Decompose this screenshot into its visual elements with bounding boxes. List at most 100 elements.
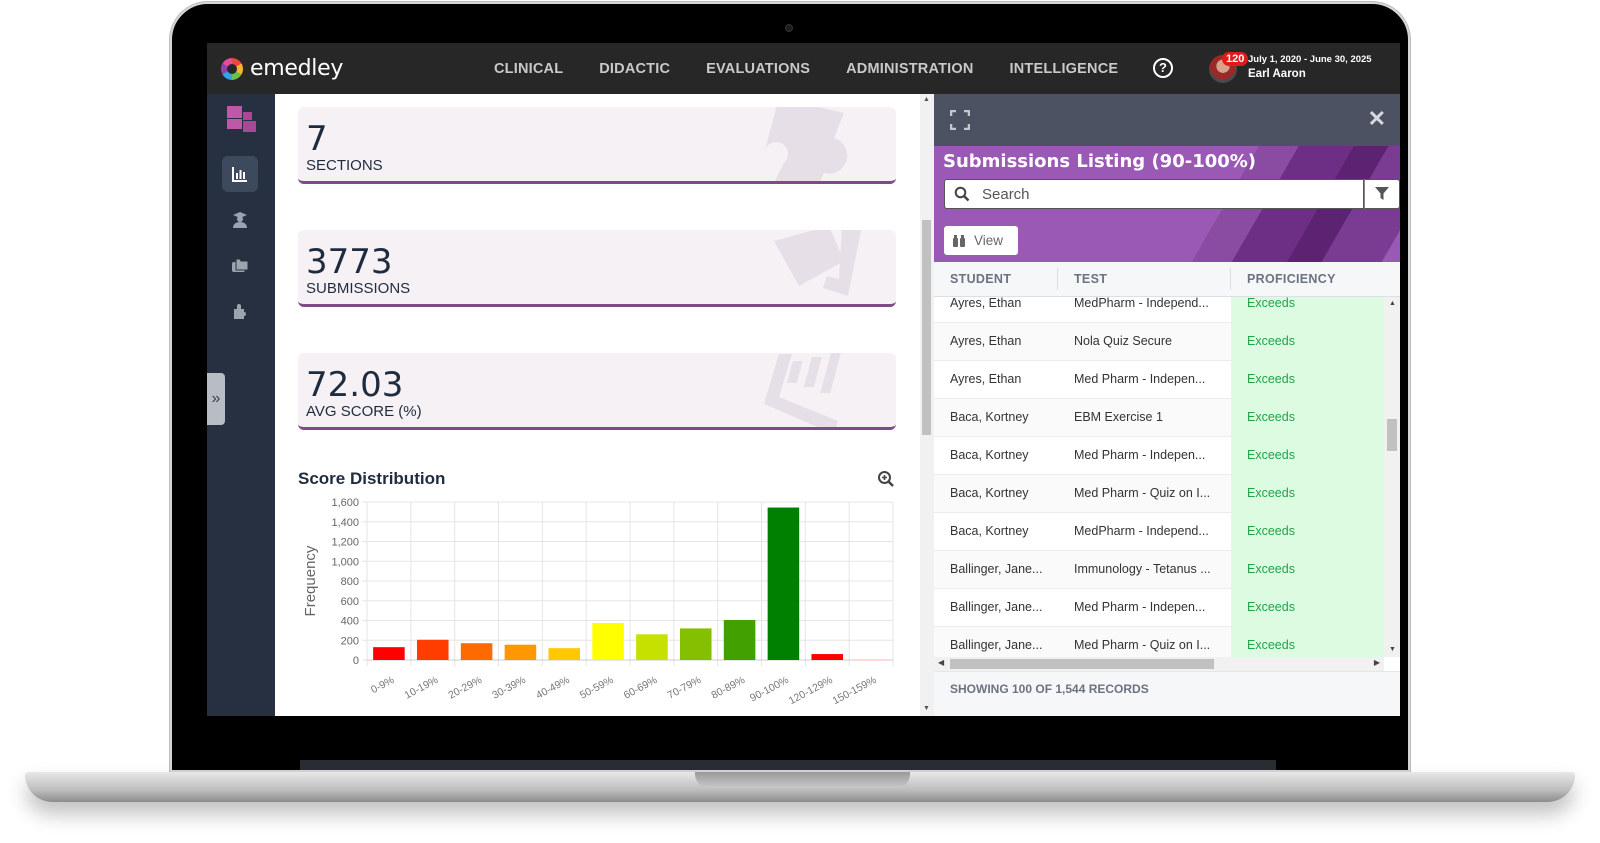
nav-intelligence[interactable]: INTELLIGENCE	[1010, 61, 1119, 77]
nav-administration[interactable]: ADMINISTRATION	[846, 61, 973, 77]
sidebar-item-analytics[interactable]	[222, 156, 258, 192]
scroll-right-icon[interactable]: ▶	[1374, 658, 1380, 667]
table-row[interactable]: Ballinger, Jane... Med Pharm - Quiz on I.…	[934, 627, 1384, 657]
cell-proficiency: Exceeds	[1231, 437, 1384, 475]
nav-didactic[interactable]: DIDACTIC	[599, 61, 670, 77]
module-logo-icon	[227, 106, 257, 132]
cell-proficiency: Exceeds	[1231, 297, 1384, 323]
logo-icon	[221, 57, 243, 80]
stat-card-sections: 7 SECTIONS	[298, 107, 896, 184]
main-scrollbar[interactable]: ▲ ▼	[920, 94, 934, 716]
x-tick-label: 80-89%	[709, 674, 747, 702]
chart-icon	[764, 353, 841, 427]
cell-proficiency: Exceeds	[1231, 551, 1384, 589]
table-row[interactable]: Ayres, Ethan Nola Quiz Secure Exceeds	[934, 323, 1384, 361]
cell-test: Med Pharm - Quiz on I...	[1074, 638, 1211, 652]
table-row[interactable]: Ayres, Ethan MedPharm - Independ... Exceed…	[934, 297, 1384, 323]
laptop-notch	[695, 772, 910, 788]
expand-sidebar-button[interactable]: »	[207, 373, 225, 425]
cell-test: Med Pharm - Quiz on I...	[1074, 486, 1211, 500]
search-input[interactable]	[982, 185, 1342, 203]
nav-clinical[interactable]: CLINICAL	[494, 61, 563, 77]
grid-vertical-scrollbar[interactable]: ▲ ▼	[1384, 297, 1400, 657]
scroll-left-icon[interactable]: ◀	[938, 658, 944, 667]
x-tick-label: 40-49%	[534, 674, 572, 702]
y-tick-label: 0	[353, 655, 359, 667]
zoom-in-icon[interactable]	[877, 470, 895, 488]
grid-footer: SHOWING 100 OF 1,544 RECORDS	[934, 671, 1400, 716]
sidebar-item-folders[interactable]	[222, 247, 258, 283]
notification-badge[interactable]: 120	[1222, 52, 1249, 66]
sidebar-item-students[interactable]	[222, 202, 258, 238]
filter-button[interactable]	[1364, 179, 1400, 209]
main-content: 7 SECTIONS 3773 SUBMISSIONS 72.03 AVG SC…	[275, 94, 920, 716]
main-nav: CLINICAL DIDACTIC EVALUATIONS ADMINISTRA…	[494, 43, 1154, 94]
column-header-test[interactable]: TEST	[1074, 272, 1107, 286]
bar-120-129%	[811, 654, 844, 660]
graduate-icon	[233, 212, 247, 228]
grid-body: Ayres, Ethan MedPharm - Independ... Exceed…	[934, 297, 1384, 657]
sidebar-item-sections[interactable]	[222, 293, 258, 329]
stat-value: 7	[306, 119, 328, 159]
stat-label: SECTIONS	[306, 157, 383, 174]
bar-30-39%	[504, 644, 537, 660]
expand-icon[interactable]	[950, 110, 970, 130]
y-axis-label: Frequency	[302, 545, 319, 616]
table-row[interactable]: Baca, Kortney MedPharm - Independ... Excee…	[934, 513, 1384, 551]
close-icon[interactable]: ✕	[1368, 106, 1386, 132]
search-icon	[954, 186, 970, 202]
column-header-proficiency[interactable]: PROFICIENCY	[1247, 272, 1336, 286]
table-row[interactable]: Baca, Kortney Med Pharm - Indepen... Excee…	[934, 437, 1384, 475]
cell-student: Baca, Kortney	[950, 410, 1029, 424]
cell-test: Immunology - Tetanus ...	[1074, 562, 1211, 576]
bar-80-89%	[723, 620, 756, 660]
scroll-up-icon[interactable]: ▲	[1389, 300, 1396, 307]
help-icon[interactable]: ?	[1153, 58, 1173, 78]
sidebar: »	[207, 94, 275, 716]
cell-student: Ballinger, Jane...	[950, 562, 1043, 576]
panel-toolbar: ✕	[934, 94, 1400, 146]
table-row[interactable]: Ayres, Ethan Med Pharm - Indepen... Exceed…	[934, 361, 1384, 399]
cell-proficiency: Exceeds	[1231, 323, 1384, 361]
puzzle-icon	[234, 304, 246, 319]
column-header-student[interactable]: STUDENT	[950, 272, 1011, 286]
top-nav: emedley CLINICAL DIDACTIC EVALUATIONS AD…	[207, 43, 1400, 94]
view-button[interactable]: View	[944, 226, 1018, 255]
cell-student: Ballinger, Jane...	[950, 638, 1043, 652]
brand-logo[interactable]: emedley	[221, 56, 343, 81]
folders-icon	[232, 258, 249, 272]
table-row[interactable]: Ballinger, Jane... Immunology - Tetanus .…	[934, 551, 1384, 589]
table-row[interactable]: Ballinger, Jane... Med Pharm - Indepen...…	[934, 589, 1384, 627]
user-menu[interactable]: July 1, 2020 - June 30, 2025 Earl Aaron	[1248, 54, 1372, 80]
app-screen: emedley CLINICAL DIDACTIC EVALUATIONS AD…	[207, 43, 1400, 716]
bar-150-159%	[855, 659, 887, 661]
scrollbar-thumb[interactable]	[1387, 419, 1397, 451]
stat-value: 3773	[306, 242, 393, 282]
grid-horizontal-scrollbar[interactable]: ◀ ▶	[934, 657, 1384, 671]
scrollbar-thumb[interactable]	[950, 659, 1214, 669]
table-row[interactable]: Baca, Kortney EBM Exercise 1 Exceeds	[934, 399, 1384, 437]
cell-proficiency: Exceeds	[1231, 399, 1384, 437]
bar-40-49%	[548, 648, 581, 660]
scrollbar-thumb[interactable]	[922, 220, 931, 435]
binoculars-icon	[953, 234, 965, 247]
x-tick-label: 90-100%	[748, 674, 791, 704]
cell-student: Baca, Kortney	[950, 486, 1029, 500]
laptop-mockup: emedley CLINICAL DIDACTIC EVALUATIONS AD…	[0, 0, 1600, 843]
grid-header: STUDENT TEST PROFICIENCY	[934, 262, 1400, 297]
submit-icon	[774, 230, 862, 296]
cell-proficiency: Exceeds	[1231, 361, 1384, 399]
scroll-down-icon[interactable]: ▼	[923, 705, 930, 712]
stat-card-submissions: 3773 SUBMISSIONS	[298, 230, 896, 307]
scroll-up-icon[interactable]: ▲	[923, 96, 930, 103]
nav-evaluations[interactable]: EVALUATIONS	[706, 61, 810, 77]
brand-name: emedley	[250, 56, 344, 81]
scroll-down-icon[interactable]: ▼	[1389, 646, 1396, 653]
cell-test: Nola Quiz Secure	[1074, 334, 1172, 348]
bar-70-79%	[679, 628, 712, 660]
table-row[interactable]: Baca, Kortney Med Pharm - Quiz on I... Exc…	[934, 475, 1384, 513]
bar-50-59%	[592, 622, 624, 660]
panel-title: Submissions Listing (90-100%)	[943, 151, 1257, 172]
cell-test: Med Pharm - Indepen...	[1074, 372, 1206, 386]
stat-value: 72.03	[306, 365, 404, 405]
